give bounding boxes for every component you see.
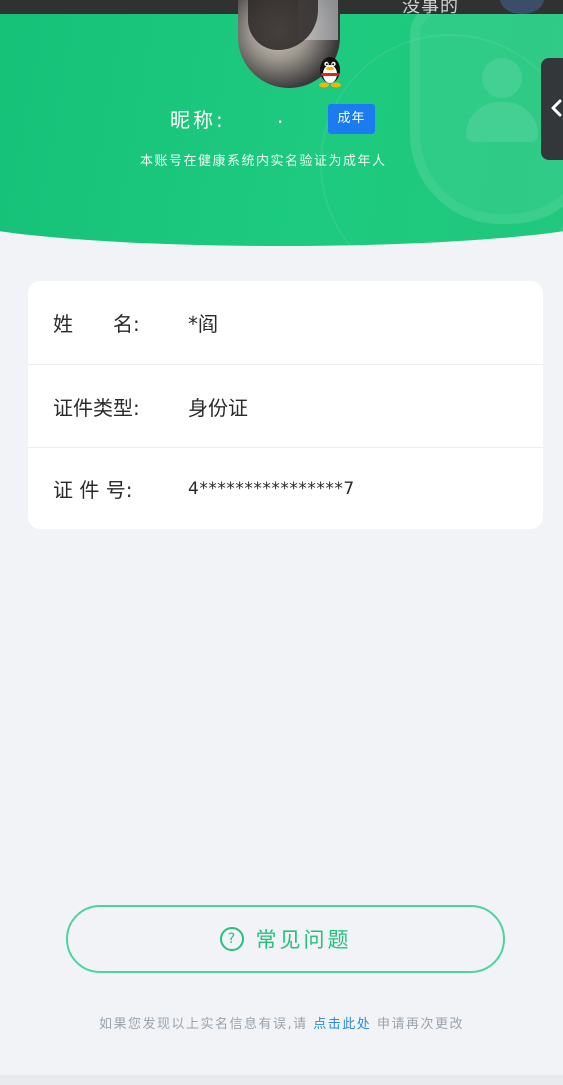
faq-button[interactable]: ? 常见问题 — [66, 905, 505, 973]
id-number-label: 证 件 号: — [53, 478, 133, 502]
bottom-bar — [0, 1075, 563, 1085]
faq-label: 常见问题 — [255, 928, 352, 952]
status-avatar-fragment — [500, 0, 544, 14]
footer-note: 如果您发现以上实名信息有误,请 点击此处 申请再次更改 — [0, 1013, 563, 1032]
info-row-name: 姓 名: *阎 — [28, 281, 543, 364]
id-number-value: 4****************7 — [188, 478, 355, 499]
nickname-label: 昵称: — [170, 108, 226, 132]
real-name-info-page: 没事的 昵称: . 成年 本账号在健康系统内实名验证为成年人 姓 名: *阎 证… — [0, 0, 563, 1085]
name-label: 姓 名: — [53, 312, 140, 336]
status-partial-text: 没事的 — [402, 0, 459, 14]
qq-penguin-icon — [319, 57, 341, 88]
adult-status-badge: 成年 — [328, 104, 375, 134]
side-collapse-tab[interactable] — [541, 58, 563, 160]
footer-prefix: 如果您发现以上实名信息有误,请 — [99, 1017, 308, 1032]
correction-link[interactable]: 点击此处 — [313, 1017, 371, 1032]
verification-note: 本账号在健康系统内实名验证为成年人 — [140, 154, 387, 169]
nickname-value: . — [277, 104, 284, 128]
footer-suffix: 申请再次更改 — [376, 1017, 464, 1032]
question-circle-icon: ? — [219, 927, 244, 951]
id-type-label: 证件类型: — [53, 395, 140, 420]
info-row-id-type: 证件类型: 身份证 — [28, 364, 543, 447]
id-type-value: 身份证 — [188, 395, 248, 420]
identity-info-card: 姓 名: *阎 证件类型: 身份证 证 件 号: 4**************… — [28, 281, 543, 529]
chevron-left-icon — [551, 99, 562, 117]
name-value: *阎 — [188, 312, 218, 336]
info-row-id-number: 证 件 号: 4****************7 — [28, 447, 543, 529]
